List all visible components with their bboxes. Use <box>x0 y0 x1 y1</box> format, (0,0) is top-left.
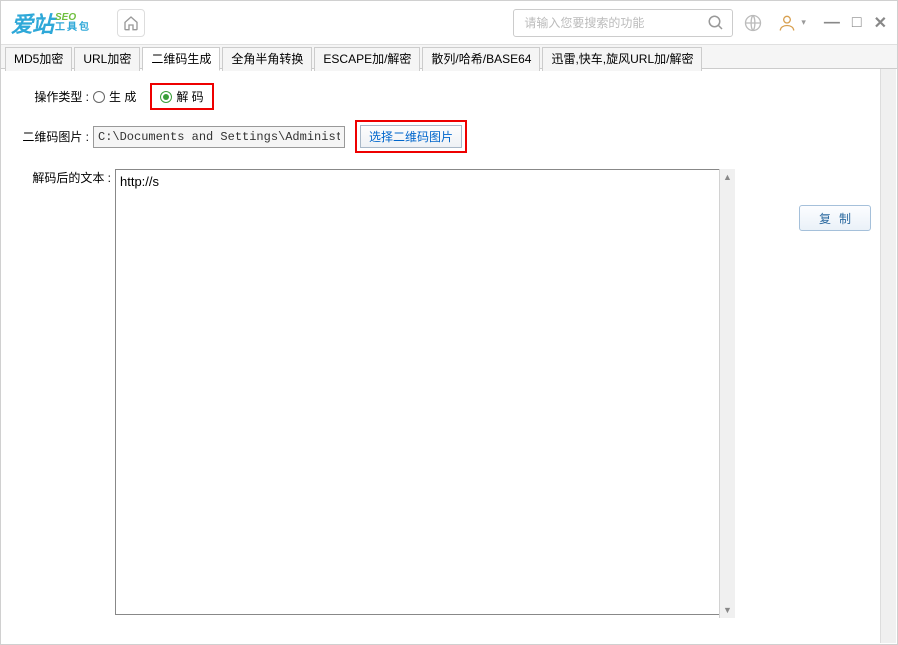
textarea-scrollbar[interactable]: ▲ ▼ <box>719 169 735 618</box>
logo-box: 工具包 <box>55 22 91 33</box>
search-input[interactable] <box>513 9 733 37</box>
highlight-decode: 解 码 <box>150 83 213 110</box>
radio-icon <box>160 91 172 103</box>
tab-hash[interactable]: 散列/哈希/BASE64 <box>422 47 540 71</box>
radio-generate[interactable]: 生 成 <box>93 88 136 105</box>
logo-main: 爱站 <box>11 7 53 39</box>
minimize-button[interactable]: — <box>824 14 840 32</box>
tab-qrcode[interactable]: 二维码生成 <box>142 47 220 71</box>
highlight-select-btn: 选择二维码图片 <box>355 120 467 153</box>
imgpath-input[interactable] <box>93 126 345 148</box>
home-button[interactable] <box>117 9 145 37</box>
row-optype: 操作类型 : 生 成 解 码 <box>11 83 887 110</box>
row-imgpath: 二维码图片 : 选择二维码图片 <box>11 120 887 153</box>
radio-decode-label: 解 码 <box>176 88 203 105</box>
home-icon <box>123 15 139 31</box>
tab-escape[interactable]: ESCAPE加/解密 <box>314 47 420 71</box>
optype-radio-group: 生 成 解 码 <box>93 83 214 110</box>
tab-bar: MD5加密 URL加密 二维码生成 全角半角转换 ESCAPE加/解密 散列/哈… <box>1 45 897 69</box>
copy-button[interactable]: 复制 <box>799 205 871 231</box>
scroll-down-icon[interactable]: ▼ <box>720 602 735 618</box>
row-output: 解码后的文本 : ▲ ▼ <box>11 169 887 618</box>
optype-label: 操作类型 : <box>11 88 89 105</box>
tab-thunder[interactable]: 迅雷,快车,旋风URL加/解密 <box>542 47 702 71</box>
globe-icon[interactable] <box>743 13 763 33</box>
decoded-label: 解码后的文本 : <box>11 169 111 186</box>
search-icon[interactable] <box>707 14 725 32</box>
app-logo: 爱站 SEO 工具包 <box>11 7 91 39</box>
imgpath-label: 二维码图片 : <box>11 128 89 145</box>
title-icons: ▾ <box>743 13 806 33</box>
content-area: 操作类型 : 生 成 解 码 二维码图片 : 选择二维码图片 解码后的文本 : <box>1 69 897 628</box>
tab-md5[interactable]: MD5加密 <box>5 47 72 71</box>
radio-generate-label: 生 成 <box>109 88 136 105</box>
window-scrollbar[interactable] <box>880 69 896 643</box>
scroll-up-icon[interactable]: ▲ <box>720 169 735 185</box>
decoded-textarea[interactable] <box>115 169 735 615</box>
radio-decode[interactable]: 解 码 <box>160 88 203 105</box>
search-wrap <box>513 9 733 37</box>
tab-url[interactable]: URL加密 <box>74 47 140 71</box>
select-image-button[interactable]: 选择二维码图片 <box>360 125 462 148</box>
radio-icon <box>93 91 105 103</box>
window-controls: — □ ✕ <box>824 13 887 33</box>
close-button[interactable]: ✕ <box>874 13 887 33</box>
user-icon[interactable] <box>777 13 797 33</box>
titlebar: 爱站 SEO 工具包 ▾ — □ ✕ <box>1 1 897 45</box>
user-dropdown-icon[interactable]: ▾ <box>801 17 806 28</box>
tab-fullhalf[interactable]: 全角半角转换 <box>222 47 312 71</box>
maximize-button[interactable]: □ <box>852 14 862 32</box>
